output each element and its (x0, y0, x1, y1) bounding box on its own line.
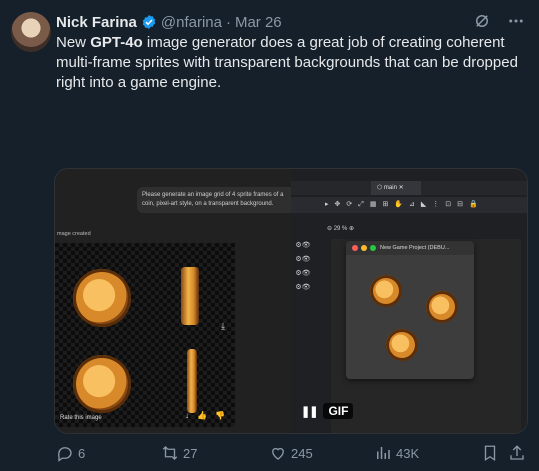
author-handle[interactable]: @nfarina (161, 14, 222, 31)
header-actions (473, 12, 525, 34)
share-icon (508, 444, 526, 462)
game-window: New Game Project (DEBU... (346, 241, 474, 379)
tweet-text-bold: GPT-4o (90, 34, 143, 51)
tweet-text: New GPT-4o image generator does a great … (56, 34, 518, 91)
coin-sprite-front (73, 355, 131, 413)
coin-sprite-edge (181, 267, 199, 325)
verified-badge-icon[interactable] (141, 14, 157, 30)
bookmark-button[interactable] (481, 444, 499, 462)
image-created-label: mage created (57, 231, 91, 237)
like-button[interactable]: 245 (269, 444, 313, 462)
editor-toolbar: ▸✥⟳⤢▦⊞✋⊿◣⋮⊡⊟🔒 (291, 197, 527, 213)
coin-sprite-front (73, 269, 131, 327)
repost-button[interactable]: 27 (161, 444, 197, 462)
views-icon (374, 444, 392, 462)
reply-icon (56, 444, 74, 462)
bookmark-icon (481, 444, 499, 462)
sprite-grid-image: ⤓ (55, 243, 235, 427)
coin-sprite (370, 275, 402, 307)
download-icon[interactable]: ↓ (185, 411, 189, 420)
chatgpt-screenshot: Please generate an image grid of 4 sprit… (55, 169, 297, 433)
repost-icon (161, 444, 179, 462)
coin-sprite-edge (187, 349, 197, 413)
grok-icon[interactable] (473, 12, 491, 34)
like-count: 245 (291, 445, 313, 461)
pause-icon[interactable]: ❚❚ (301, 405, 318, 418)
thumbs-down-icon[interactable]: 👎 (215, 411, 225, 420)
scene-tree-icons: ⚙👁 ⚙👁 ⚙👁 ⚙👁 (295, 242, 311, 291)
godot-editor-screenshot: ⬡ main ✕ ▸✥⟳⤢▦⊞✋⊿◣⋮⊡⊟🔒 ⊖ 29 % ⊕ ⚙👁 ⚙👁 ⚙👁 ⚙👁… (291, 169, 527, 433)
separator-dot: · (225, 13, 231, 31)
more-icon[interactable] (507, 12, 525, 34)
thumbs-up-icon[interactable]: 👍 (197, 411, 207, 420)
coin-sprite (426, 291, 458, 323)
avatar[interactable] (11, 12, 51, 52)
prompt-bubble: Please generate an image grid of 4 sprit… (137, 187, 297, 213)
zoom-indicator: ⊖ 29 % ⊕ (327, 226, 355, 232)
coin-sprite (386, 329, 418, 361)
game-window-title: New Game Project (DEBU... (346, 241, 474, 255)
gif-controls: ❚❚ GIF (301, 403, 354, 419)
rating-actions: ↓ 👍 👎 (185, 411, 225, 420)
reply-button[interactable]: 6 (56, 444, 85, 462)
download-icon[interactable]: ⤓ (221, 321, 225, 332)
share-button[interactable] (508, 444, 526, 462)
like-icon (269, 444, 287, 462)
author-name[interactable]: Nick Farina (56, 14, 137, 31)
gif-badge: GIF (323, 403, 354, 419)
editor-tab: ⬡ main ✕ (371, 181, 421, 195)
tweet-date[interactable]: Mar 26 (235, 14, 282, 31)
views-count: 43K (396, 445, 420, 461)
rate-image-label: Rate this image (60, 415, 102, 421)
views-button[interactable]: 43K (374, 444, 419, 462)
tweet-header: Nick Farina @nfarina · Mar 26 (56, 13, 282, 31)
reply-count: 6 (78, 445, 86, 461)
tweet-media[interactable]: Please generate an image grid of 4 sprit… (54, 168, 528, 434)
tweet-actions: 6 27 245 43K (56, 444, 526, 464)
repost-count: 27 (183, 445, 198, 461)
